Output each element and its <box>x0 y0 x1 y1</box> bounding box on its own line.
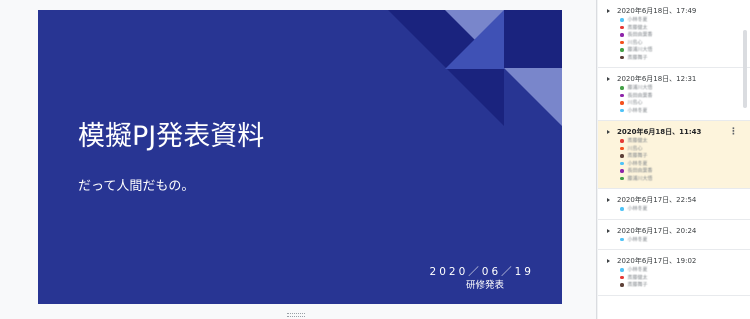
version-item[interactable]: 2020年6月18日、11:43 ⋮ 斎藤健太 川島心 斎藤舞子 小林冬夏 長田由葉香 藤浦川… <box>598 121 750 189</box>
editor-row: 斎藤健太 <box>607 24 744 32</box>
editor-row: 藤浦川大悟 <box>607 84 744 92</box>
slide-decoration <box>388 10 562 126</box>
deco-corner-triangle <box>504 68 562 126</box>
editor-row: 斎藤舞子 <box>607 281 744 289</box>
editor-color-dot <box>620 108 624 112</box>
editor-name: 小林冬夏 <box>627 160 648 167</box>
editor-name: 斎藤舞子 <box>627 54 648 61</box>
editor-name: 川島心 <box>627 100 643 107</box>
history-scrollbar[interactable] <box>743 30 747 108</box>
editor-name: 斎藤舞子 <box>627 153 648 160</box>
editor-row: 斎藤舞子 <box>607 54 744 62</box>
expand-arrow-icon[interactable] <box>607 9 610 13</box>
editor-row: 長田由葉香 <box>607 92 744 100</box>
editor-row: 小林冬夏 <box>607 236 744 244</box>
editor-name: 長田由葉香 <box>627 168 653 175</box>
editor-row: 川島心 <box>607 39 744 47</box>
version-timestamp: 2020年6月17日、22:54 <box>617 196 697 204</box>
version-header[interactable]: 2020年6月17日、20:24 <box>607 226 744 236</box>
editor-color-dot <box>620 268 624 272</box>
version-timestamp: 2020年6月18日、17:49 <box>617 7 697 15</box>
version-item[interactable]: 2020年6月17日、22:54 小林冬夏 <box>598 189 750 220</box>
slide-subtitle: だって人間だもの。 <box>78 179 195 194</box>
editor-row: 小林冬夏 <box>607 160 744 168</box>
editor-color-dot <box>620 146 624 150</box>
expand-arrow-icon[interactable] <box>607 198 610 202</box>
editor-name: 小林冬夏 <box>627 107 648 114</box>
editor-row: 斎藤健太 <box>607 137 744 145</box>
editor-row: 長田由葉香 <box>607 167 744 175</box>
editor-row: 川島心 <box>607 99 744 107</box>
editor-color-dot <box>620 25 624 29</box>
editor-color-dot <box>620 154 624 158</box>
editor-name: 川島心 <box>627 39 643 46</box>
slide-canvas-area: 模擬PJ発表資料 だって人間だもの。 2020／06／19 研修発表 <box>0 0 597 319</box>
version-header[interactable]: 2020年6月17日、19:02 <box>607 256 744 266</box>
slide-event-label: 研修発表 <box>465 280 504 291</box>
version-header[interactable]: 2020年6月18日、11:43 <box>607 127 744 137</box>
expand-arrow-icon[interactable] <box>607 77 610 81</box>
editor-color-dot <box>620 55 624 59</box>
editor-name: 長田由葉香 <box>627 32 653 39</box>
editor-row: 小林冬夏 <box>607 107 744 115</box>
slide-title: 模擬PJ発表資料 <box>78 121 265 152</box>
editor-row: 小林冬夏 <box>607 266 744 274</box>
editor-name: 藤浦川大悟 <box>627 47 653 54</box>
editor-color-dot <box>620 176 624 180</box>
version-header[interactable]: 2020年6月18日、12:31 <box>607 74 744 84</box>
editor-color-dot <box>620 169 624 173</box>
expand-arrow-icon[interactable] <box>607 228 610 233</box>
editor-row: 藤浦川大悟 <box>607 175 744 183</box>
deco-dark-square <box>504 10 562 68</box>
editor-color-dot <box>620 101 624 105</box>
editor-name: 小林冬夏 <box>627 236 648 243</box>
editor-name: 小林冬夏 <box>627 17 648 24</box>
panel-resize-handle[interactable] <box>287 313 305 317</box>
expand-arrow-icon[interactable] <box>607 259 610 263</box>
editor-row: 長田由葉香 <box>607 31 744 39</box>
editor-row: 小林冬夏 <box>607 16 744 24</box>
editor-color-dot <box>620 40 624 44</box>
version-timestamp: 2020年6月18日、12:31 <box>617 75 697 83</box>
version-header[interactable]: 2020年6月17日、22:54 <box>607 195 744 205</box>
editor-color-dot <box>620 283 624 287</box>
editor-row: 小林冬夏 <box>607 205 744 213</box>
editor-name: 斎藤舞子 <box>627 282 648 289</box>
editor-name: 小林冬夏 <box>627 206 648 213</box>
editor-row: 斎藤健太 <box>607 274 744 282</box>
editor-name: 藤浦川大悟 <box>627 85 653 92</box>
editor-color-dot <box>620 86 624 90</box>
editor-name: 斎藤健太 <box>627 138 648 145</box>
editor-color-dot <box>620 139 624 143</box>
editor-color-dot <box>620 161 624 165</box>
version-timestamp: 2020年6月17日、19:02 <box>617 257 697 265</box>
editor-name: 川島心 <box>627 145 643 152</box>
editor-color-dot <box>620 48 624 52</box>
editor-color-dot <box>620 18 624 22</box>
editor-name: 斎藤健太 <box>627 24 648 31</box>
editor-color-dot <box>620 93 624 97</box>
editor-row: 藤浦川大悟 <box>607 46 744 54</box>
slide-preview[interactable]: 模擬PJ発表資料 だって人間だもの。 2020／06／19 研修発表 <box>38 10 562 304</box>
version-item[interactable]: 2020年6月18日、17:49 小林冬夏 斎藤健太 長田由葉香 川島心 藤浦川大悟 斎藤舞… <box>598 0 750 68</box>
editor-row: 斎藤舞子 <box>607 152 744 160</box>
version-timestamp: 2020年6月17日、20:24 <box>617 226 697 235</box>
editor-color-dot <box>620 237 624 241</box>
version-item[interactable]: 2020年6月17日、19:02 小林冬夏 斎藤健太 斎藤舞子 <box>598 250 750 296</box>
version-item[interactable]: 2020年6月18日、12:31 藤浦川大悟 長田由葉香 川島心 小林冬夏 <box>598 68 750 121</box>
editor-color-dot <box>620 33 624 37</box>
editor-name: 斎藤健太 <box>627 274 648 281</box>
editor-color-dot <box>620 207 624 211</box>
expand-arrow-icon[interactable] <box>607 130 610 134</box>
editor-color-dot <box>620 275 624 279</box>
editor-name: 長田由葉香 <box>627 92 653 99</box>
version-item[interactable]: 2020年6月17日、20:24 小林冬夏 <box>598 220 750 250</box>
editor-name: 藤浦川大悟 <box>627 175 653 182</box>
editor-name: 小林冬夏 <box>627 267 648 274</box>
version-history-panel: 2020年6月18日、17:49 小林冬夏 斎藤健太 長田由葉香 川島心 藤浦川大悟 斎藤舞… <box>598 0 750 319</box>
editor-row: 川島心 <box>607 145 744 153</box>
version-header[interactable]: 2020年6月18日、17:49 <box>607 6 744 16</box>
version-timestamp: 2020年6月18日、11:43 <box>617 128 702 136</box>
more-options-icon[interactable]: ⋮ <box>729 127 738 137</box>
